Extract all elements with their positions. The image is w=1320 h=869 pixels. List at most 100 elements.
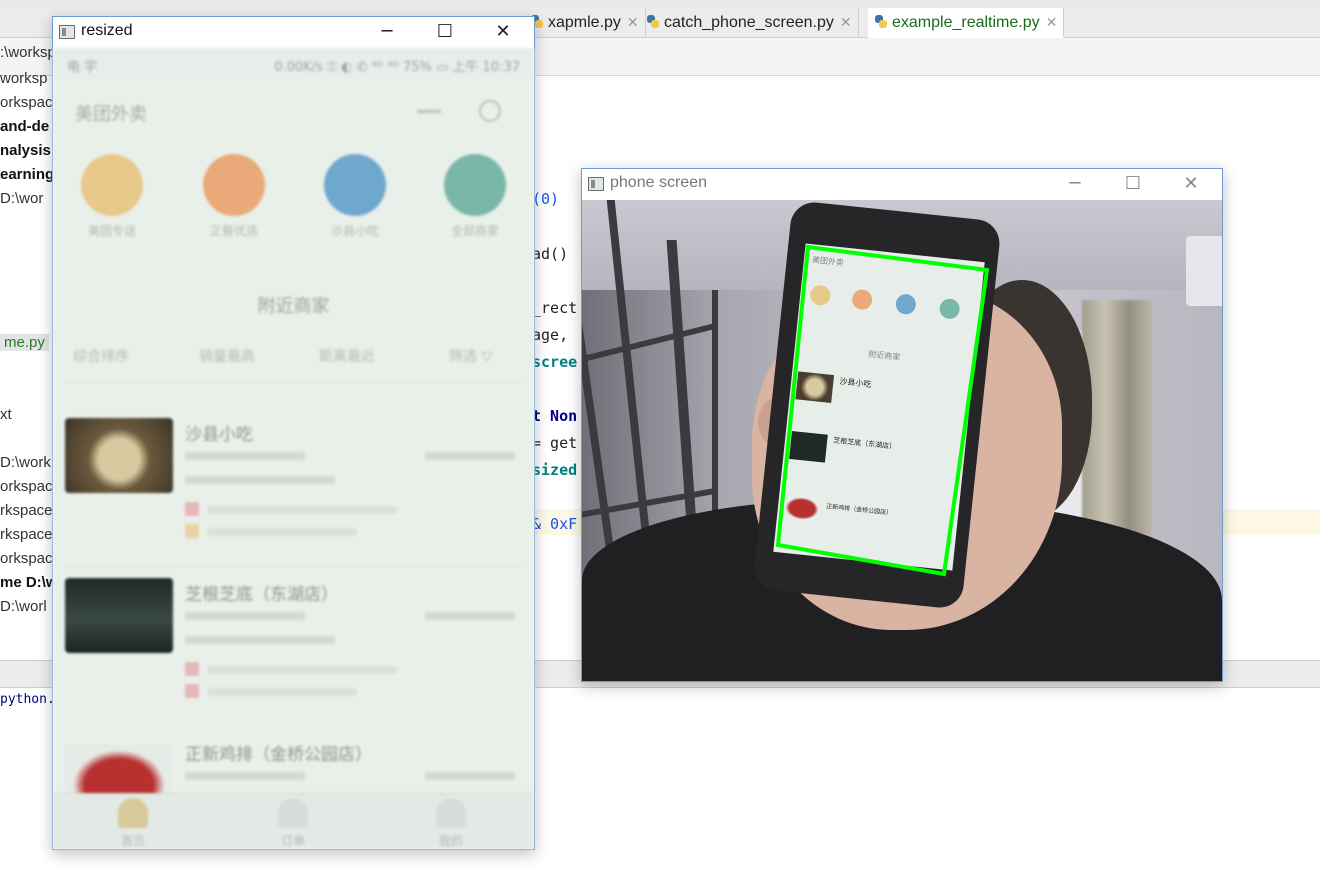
resized-window: resized ─ ☐ ✕ 电 宇 0.00K/s ⚿ ◐ ✆ ⁴ᴳ ⁴ᴳ 75… xyxy=(52,16,535,850)
category-icon xyxy=(324,154,386,216)
project-tree-item[interactable]: D:\work xyxy=(0,454,51,471)
window-titlebar[interactable]: resized ─ ☐ ✕ xyxy=(53,17,534,47)
filter-item: 距离最近 xyxy=(319,349,375,365)
minimize-button[interactable]: ─ xyxy=(1046,169,1104,199)
project-tree-item[interactable]: and-de xyxy=(0,118,49,135)
tab-mine: 我的 xyxy=(411,798,491,849)
code-line[interactable]: & 0xF xyxy=(532,515,577,533)
tab-example-realtime[interactable]: example_realtime.py ✕ xyxy=(868,8,1065,38)
close-button[interactable]: ✕ xyxy=(474,17,532,47)
tab-catch-phone-screen[interactable]: catch_phone_screen.py ✕ xyxy=(640,8,859,38)
category-icon xyxy=(444,154,506,216)
store-name: 沙县小吃 xyxy=(185,425,253,445)
code-line[interactable]: scree xyxy=(532,353,577,371)
category-item: 美团专送 xyxy=(67,154,157,239)
store-rating xyxy=(185,452,305,460)
store-name: 正新鸡排（金桥公园店） xyxy=(185,745,372,765)
filter-item: 综合排序 xyxy=(73,349,129,365)
filter-item: 筛选 ▽ xyxy=(449,349,493,365)
tab-label: catch_phone_screen.py xyxy=(664,14,834,31)
close-icon[interactable]: ✕ xyxy=(627,14,639,30)
project-tree-item[interactable]: earning xyxy=(0,166,54,183)
python-file-icon xyxy=(874,15,888,29)
code-line[interactable]: sized xyxy=(532,461,577,479)
console-output: python. xyxy=(0,692,55,707)
status-left: 电 宇 xyxy=(67,60,98,75)
tab-label: 订单 xyxy=(280,834,305,848)
target-icon xyxy=(479,100,501,122)
tab-label: 我的 xyxy=(438,834,463,848)
orders-icon xyxy=(278,798,308,828)
maximize-button[interactable]: ☐ xyxy=(416,17,474,47)
project-tree-item[interactable]: me D:\w xyxy=(0,574,58,591)
store-distance xyxy=(425,772,515,780)
tab-label: 首页 xyxy=(120,834,145,848)
tab-home: 首页 xyxy=(93,798,173,849)
project-tree-item[interactable]: xt xyxy=(0,406,12,423)
project-tree-item[interactable]: orkspac xyxy=(0,550,53,567)
divider xyxy=(63,382,523,383)
store-list-item: 芝根芝底（东湖店） xyxy=(65,578,525,718)
maximize-button[interactable]: ☐ xyxy=(1104,169,1162,199)
store-rating xyxy=(185,772,305,780)
minimize-button[interactable]: ─ xyxy=(358,17,416,47)
divider xyxy=(63,566,523,567)
tab-xapmle[interactable]: xapmle.py ✕ xyxy=(524,8,646,38)
category-label: 美团专送 xyxy=(87,224,136,238)
store-thumbnail xyxy=(65,418,173,493)
screen-contour xyxy=(775,244,990,577)
code-line[interactable]: age, xyxy=(532,326,568,344)
window-title: phone screen xyxy=(610,174,707,191)
status-right: 0.00K/s ⚿ ◐ ✆ ⁴ᴳ ⁴ᴳ 75% ▭ 上午 10:37 xyxy=(274,60,520,75)
window-title: resized xyxy=(81,22,133,39)
project-tree-item[interactable]: D:\wor xyxy=(0,190,43,207)
category-item: 沙县小吃 xyxy=(310,154,400,239)
project-tree-item[interactable]: D:\worl xyxy=(0,598,47,615)
app-title: 美团外卖 xyxy=(75,104,147,125)
project-tree-item[interactable]: rkspace xyxy=(0,526,53,543)
store-delivery-info xyxy=(185,636,335,644)
category-item: 正餐优选 xyxy=(189,154,279,239)
project-tree-item[interactable]: worksp xyxy=(0,70,48,87)
store-thumbnail xyxy=(65,578,173,653)
project-tree-item[interactable]: nalysis xyxy=(0,142,51,159)
project-tree-item[interactable]: :\worksp xyxy=(0,44,56,61)
promo-tag-icon xyxy=(185,502,199,516)
section-title: 附近商家 xyxy=(257,296,330,317)
promo-tag-icon xyxy=(185,524,199,538)
promo-tag-icon xyxy=(185,684,199,698)
close-icon[interactable]: ✕ xyxy=(840,14,852,30)
ide-top-strip xyxy=(0,0,1320,8)
code-line[interactable]: ad() xyxy=(532,245,568,263)
project-tree-item[interactable]: rkspace xyxy=(0,502,53,519)
code-line[interactable]: _rect xyxy=(532,299,577,317)
tab-orders: 订单 xyxy=(253,798,333,849)
project-tree-item[interactable]: orkspac xyxy=(0,478,53,495)
promo-tag-icon xyxy=(185,662,199,676)
window-titlebar[interactable]: phone screen ─ ☐ ✕ xyxy=(582,169,1222,199)
promo-text xyxy=(207,666,397,674)
close-button[interactable]: ✕ xyxy=(1162,169,1220,199)
warped-phone-image: 电 宇 0.00K/s ⚿ ◐ ✆ ⁴ᴳ ⁴ᴳ 75% ▭ 上午 10:37 美… xyxy=(53,48,534,849)
store-delivery-info xyxy=(185,476,335,484)
project-tree-item-selected[interactable]: me.py xyxy=(0,334,49,351)
code-line[interactable]: t Non xyxy=(532,407,577,425)
tab-label: example_realtime.py xyxy=(892,14,1040,31)
close-icon[interactable]: ✕ xyxy=(1046,14,1058,30)
code-line[interactable]: (0) xyxy=(532,190,559,208)
more-icon xyxy=(417,110,441,113)
promo-text xyxy=(207,528,357,536)
tab-label: xapmle.py xyxy=(548,14,621,31)
phone-tab-bar: 首页 订单 我的 xyxy=(53,793,534,849)
app-window-icon xyxy=(59,25,75,39)
user-icon xyxy=(436,798,466,828)
category-icon xyxy=(203,154,265,216)
project-tree-item[interactable]: orkspac xyxy=(0,94,53,111)
phone-status-bar: 电 宇 0.00K/s ⚿ ◐ ✆ ⁴ᴳ ⁴ᴳ 75% ▭ 上午 10:37 xyxy=(53,48,534,80)
store-distance xyxy=(425,452,515,460)
code-line[interactable]: = get xyxy=(532,434,577,452)
category-label: 全部商家 xyxy=(450,224,499,238)
store-list-item: 沙县小吃 xyxy=(65,418,525,558)
promo-text xyxy=(207,506,397,514)
store-name: 芝根芝底（东湖店） xyxy=(185,585,338,605)
